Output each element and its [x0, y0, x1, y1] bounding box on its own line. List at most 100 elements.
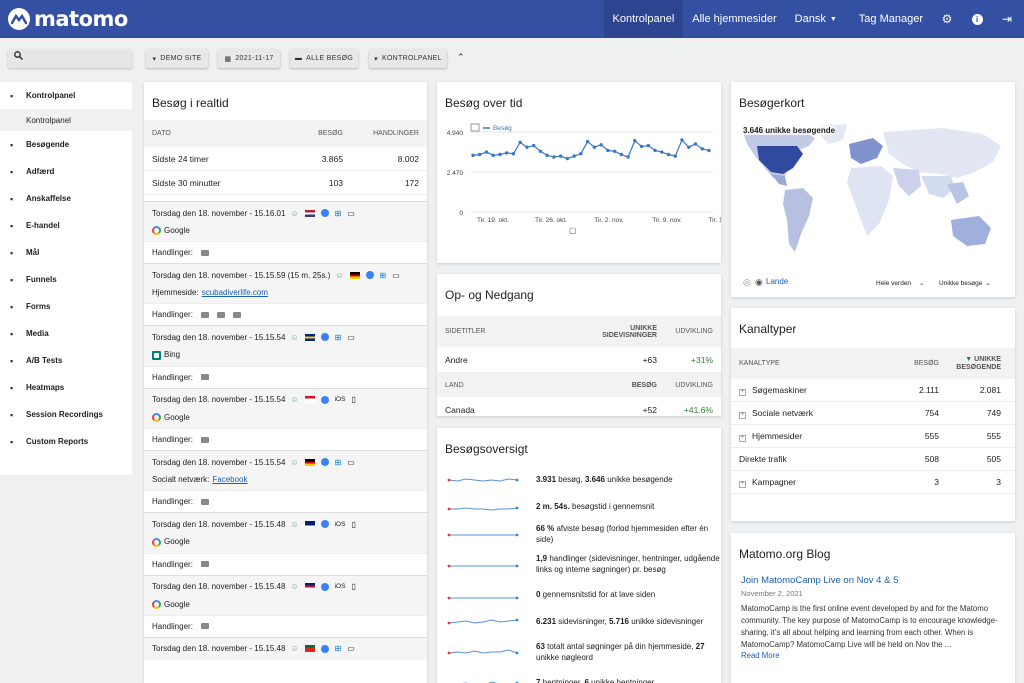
overview-item[interactable]: 7 hentninger, 6 unikke hentninger: [437, 669, 721, 683]
collapse-icon[interactable]: ⌃: [457, 52, 465, 63]
info-icon[interactable]: i: [962, 0, 992, 38]
metric-select[interactable]: Unikke besøge ⌄: [939, 279, 991, 287]
blog-post-title[interactable]: Join MatomoCamp Live on Nov 4 & 5: [731, 561, 1015, 586]
google-icon: [152, 599, 161, 609]
overview-item[interactable]: 66 % afviste besøg (forlod hjemmesiden e…: [437, 520, 721, 547]
folder-icon[interactable]: [232, 311, 241, 318]
source-link[interactable]: scubadiverlife.com: [202, 288, 268, 297]
visitor-profile-icon[interactable]: ☺: [335, 271, 343, 280]
date-selector[interactable]: ▦ 2021-11-17: [218, 49, 280, 68]
overview-item[interactable]: 6.231 sidevisninger, 5.716 unikke sidevi…: [437, 608, 721, 635]
folder-icon[interactable]: [200, 498, 209, 505]
visit-entry[interactable]: Torsdag den 18. november - 15.15.48 ☺ iOS ▯…: [144, 512, 427, 575]
device-icon: ▭: [347, 457, 355, 467]
matomo-logo[interactable]: matomo: [8, 7, 128, 31]
visitor-profile-icon[interactable]: ☺: [290, 395, 298, 404]
export-icon[interactable]: ▢: [569, 226, 577, 235]
table-row[interactable]: Canada +52 +41.6%: [437, 397, 721, 416]
overview-item[interactable]: 0 gennemsnitstid for at lave siden: [437, 581, 721, 608]
row-unique: 3: [996, 477, 1001, 487]
folder-icon[interactable]: [200, 561, 209, 568]
source-label: Google: [164, 226, 190, 235]
expand-icon[interactable]: +: [739, 434, 746, 442]
read-more-link[interactable]: Read More: [731, 651, 1015, 660]
table-row[interactable]: + Sociale netværk 754 749: [731, 402, 1015, 425]
overview-item[interactable]: 2 m. 54s. besøgstid i gennemsnit: [437, 493, 721, 520]
table-row[interactable]: + Søgemaskiner 2.111 2.081: [731, 379, 1015, 402]
site-selector[interactable]: ▾ DEMO SITE: [146, 49, 208, 68]
abtest-icon: ▪: [10, 355, 14, 366]
visit-entry[interactable]: Torsdag den 18. november - 15.15.48 ☺ iOS ▯…: [144, 574, 427, 637]
sidebar-item[interactable]: ▪ Heatmaps: [0, 374, 132, 401]
gear-icon[interactable]: ⚙: [932, 0, 962, 38]
folder-icon[interactable]: [200, 623, 209, 630]
row-label: Søgemaskiner: [752, 384, 807, 395]
sidebar-item[interactable]: ▪ Kontrolpanel: [0, 82, 132, 109]
nav-tag-manager[interactable]: Tag Manager: [850, 0, 932, 38]
row-visits: 2.111: [918, 385, 939, 395]
sidebar-item[interactable]: ▪ Forms: [0, 293, 132, 320]
nav-dashboard[interactable]: Kontrolpanel: [603, 0, 684, 38]
logo-icon: [8, 8, 30, 30]
segment-selector[interactable]: ▬ ALLE BESØG: [290, 49, 358, 68]
logout-icon[interactable]: ⇥: [992, 0, 1022, 38]
nav-language[interactable]: Dansk ▼: [786, 0, 846, 38]
visit-entry[interactable]: Torsdag den 18. november - 15.15.54 ☺ iOS ▯…: [144, 387, 427, 451]
source-prefix: Hjemmeside:: [152, 288, 199, 298]
sidebar-item[interactable]: ▪ Media: [0, 320, 132, 347]
source-link[interactable]: Facebook: [212, 475, 247, 484]
nav-all-websites[interactable]: Alle hjemmesider: [683, 0, 785, 38]
expand-icon[interactable]: +: [739, 480, 746, 488]
sidebar-item[interactable]: ▪ Anskaffelse: [0, 185, 132, 212]
globe-icon[interactable]: ◉: [755, 277, 763, 288]
widget-title: Besøgerkort: [739, 96, 805, 110]
visitor-profile-icon[interactable]: ☺: [290, 644, 298, 653]
table-row[interactable]: Sidste 24 timer 3.865 8.002: [144, 147, 427, 171]
data-point: [545, 153, 549, 158]
table-row[interactable]: Sidste 30 minutter 103 172: [144, 171, 427, 195]
overview-item[interactable]: 3.931 besøg, 3.646 unikke besøgende: [437, 466, 721, 493]
sidebar-item[interactable]: ▪ Adfærd: [0, 158, 132, 185]
folder-icon[interactable]: [200, 374, 209, 381]
table-row[interactable]: Andre +63 +31%: [437, 347, 721, 373]
overview-item[interactable]: 63 totalt antal søgninger på din hjemmes…: [437, 635, 721, 669]
region-select[interactable]: Hele verden ⌄: [876, 279, 925, 287]
overview-item[interactable]: 1,9 handlinger (sidevisninger, hentninge…: [437, 547, 721, 581]
col-unique-pageviews: UNIKKE SIDEVISNINGER: [602, 324, 657, 339]
data-point: [660, 150, 664, 154]
visit-entry[interactable]: Torsdag den 18. november - 15.15.54 ☺ ⊞ ▭ So…: [144, 450, 427, 513]
layer-link[interactable]: Lande: [766, 277, 788, 286]
sidebar-item[interactable]: ▪ E-handel: [0, 212, 132, 239]
data-point: [518, 140, 522, 145]
sidebar-item[interactable]: ▪ Funnels: [0, 266, 132, 293]
folder-icon[interactable]: [200, 436, 209, 443]
folder-icon[interactable]: [216, 311, 225, 318]
expand-icon[interactable]: +: [739, 411, 746, 419]
expand-icon[interactable]: +: [739, 388, 746, 396]
visitor-profile-icon[interactable]: ☺: [290, 209, 298, 218]
folder-icon[interactable]: [200, 249, 209, 256]
zoom-out-icon[interactable]: ◎: [743, 277, 751, 288]
sidebar-item[interactable]: Kontrolpanel: [0, 109, 132, 131]
dashboard-selector[interactable]: ▾ KONTROLPANEL: [369, 49, 447, 68]
sidebar-item[interactable]: ▪ Besøgende: [0, 131, 132, 158]
visitor-profile-icon[interactable]: ☺: [290, 582, 298, 591]
sidebar-item[interactable]: ▪ A/B Tests: [0, 347, 132, 374]
table-row[interactable]: + Kampagner 3 3: [731, 471, 1015, 494]
visitor-profile-icon[interactable]: ☺: [290, 333, 298, 342]
visit-entry[interactable]: Torsdag den 18. november - 15.16.01 ☺ ⊞ ▭ Go…: [144, 201, 427, 264]
visitor-profile-icon[interactable]: ☺: [290, 458, 298, 467]
table-row[interactable]: + Hjemmesider 555 555: [731, 425, 1015, 448]
sidebar-item[interactable]: ▪ Session Recordings: [0, 401, 132, 428]
chevron-down-icon: ⌄: [919, 280, 925, 287]
folder-icon[interactable]: [200, 311, 209, 318]
search-input[interactable]: [8, 49, 132, 68]
sidebar-item[interactable]: ▪ Custom Reports: [0, 428, 132, 455]
sidebar-item[interactable]: ▪ Mål: [0, 239, 132, 266]
visitor-profile-icon[interactable]: ☺: [290, 520, 298, 529]
visit-entry[interactable]: Torsdag den 18. november - 15.15.59 (15 …: [144, 263, 427, 326]
visit-entry[interactable]: Torsdag den 18. november - 15.15.54 ☺ ⊞ ▭ Bi…: [144, 325, 427, 388]
visit-entry[interactable]: Torsdag den 18. november - 15.15.48 ☺ ⊞ ▭: [144, 636, 427, 660]
table-row[interactable]: Direkte trafik 508 505: [731, 448, 1015, 471]
widget-title: Besøg over tid: [445, 96, 523, 110]
